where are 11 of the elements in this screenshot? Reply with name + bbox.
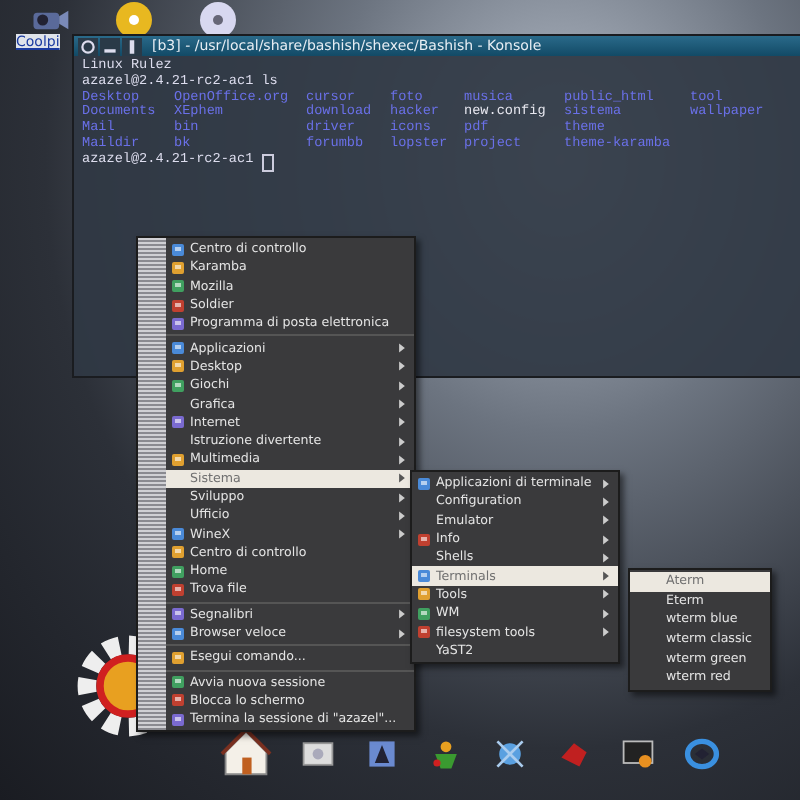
window-menu-button[interactable] bbox=[78, 37, 98, 55]
minimize-button[interactable] bbox=[100, 37, 120, 55]
text-cursor bbox=[261, 153, 274, 172]
ring-icon[interactable] bbox=[684, 736, 720, 772]
menu-item-icon bbox=[170, 649, 186, 666]
menu-item-icon bbox=[170, 451, 186, 468]
menu-item-icon bbox=[416, 475, 432, 492]
maximize-button[interactable] bbox=[122, 37, 142, 55]
monitor-icon[interactable] bbox=[620, 736, 656, 772]
menu-item-icon bbox=[170, 414, 186, 431]
menu-item-icon bbox=[416, 531, 432, 548]
